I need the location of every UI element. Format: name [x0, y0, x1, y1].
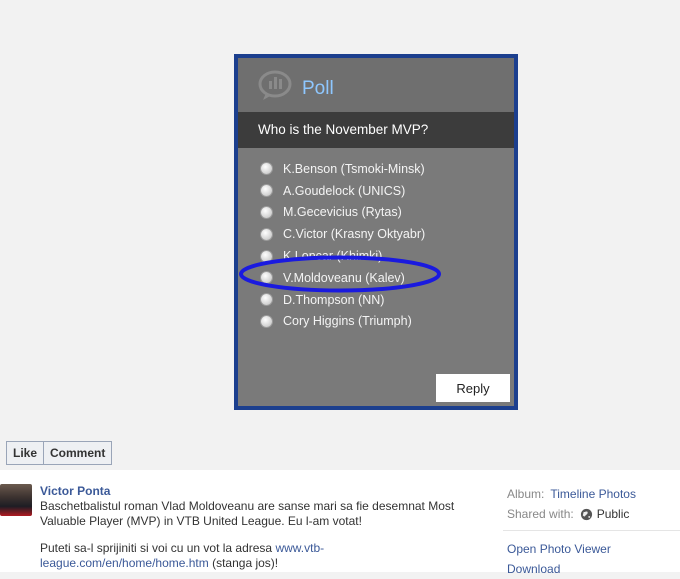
- radio-button[interactable]: [261, 228, 272, 240]
- avatar[interactable]: [0, 484, 32, 516]
- radio-button[interactable]: [261, 163, 272, 175]
- poll-widget: Poll Who is the November MVP? K.Benson (…: [234, 54, 518, 410]
- poll-option-label: A.Goudelock (UNICS): [283, 183, 406, 198]
- download-link[interactable]: Download: [507, 559, 677, 579]
- post-text: Baschetbalistul roman Vlad Moldoveanu ar…: [40, 499, 470, 571]
- poll-option[interactable]: K.Benson (Tsmoki-Minsk): [238, 158, 514, 180]
- poll-question-bar: Who is the November MVP?: [238, 112, 514, 148]
- poll-option[interactable]: D.Thompson (NN): [238, 289, 514, 311]
- like-comment-bar: Like Comment: [6, 441, 113, 465]
- poll-option-label: C.Victor (Krasny Oktyabr): [283, 227, 426, 242]
- radio-button[interactable]: [261, 272, 272, 284]
- poll-option-label: K.Loncar (Khimki): [283, 249, 383, 264]
- poll-option[interactable]: Cory Higgins (Triumph): [238, 311, 514, 333]
- post-text-prefix: Puteti sa-l sprijiniti si voi cu un vot …: [40, 541, 276, 555]
- divider: [503, 530, 680, 531]
- poll-option[interactable]: M.Gecevicius (Rytas): [238, 202, 514, 224]
- photo-side-info: Album: Timeline Photos Shared with: Publ…: [503, 484, 680, 579]
- poll-option-label: M.Gecevicius (Rytas): [283, 205, 402, 220]
- radio-button[interactable]: [261, 185, 272, 197]
- open-photo-viewer-link[interactable]: Open Photo Viewer: [507, 539, 677, 559]
- chat-bubble-chart-icon: [258, 70, 292, 100]
- poll-option-label: Cory Higgins (Triumph): [283, 314, 412, 329]
- poll-question: Who is the November MVP?: [258, 122, 429, 137]
- poll-option-label: K.Benson (Tsmoki-Minsk): [283, 161, 425, 176]
- radio-button[interactable]: [261, 250, 272, 262]
- poll-option-label: V.Moldoveanu (Kalev): [283, 270, 405, 285]
- poll-header: Poll: [238, 58, 514, 112]
- poll-option-highlighted[interactable]: V.Moldoveanu (Kalev): [238, 267, 514, 289]
- album-label: Album:: [507, 487, 545, 501]
- album-link[interactable]: Timeline Photos: [550, 487, 636, 501]
- poll-title: Poll: [302, 78, 334, 99]
- comment-button[interactable]: Comment: [43, 442, 111, 464]
- poll-option[interactable]: K.Loncar (Khimki): [238, 245, 514, 267]
- poll-option[interactable]: C.Victor (Krasny Oktyabr): [238, 223, 514, 245]
- author-name-link[interactable]: Victor Ponta: [40, 484, 110, 498]
- shared-with-row: Shared with: Public: [507, 504, 677, 524]
- poll-option-label: D.Thompson (NN): [283, 292, 385, 307]
- post-text-suffix: (stanga jos)!: [208, 556, 279, 570]
- post-paragraph-1: Baschetbalistul roman Vlad Moldoveanu ar…: [40, 499, 455, 528]
- globe-icon: [580, 508, 592, 520]
- like-button[interactable]: Like: [7, 442, 43, 464]
- radio-button[interactable]: [261, 294, 272, 306]
- album-row: Album: Timeline Photos: [507, 484, 677, 504]
- poll-options: K.Benson (Tsmoki-Minsk) A.Goudelock (UNI…: [238, 158, 514, 332]
- radio-button[interactable]: [261, 315, 272, 327]
- poll-option[interactable]: A.Goudelock (UNICS): [238, 180, 514, 202]
- radio-button[interactable]: [261, 206, 272, 218]
- shared-with-label: Shared with:: [507, 507, 574, 521]
- post-paragraph-2: Puteti sa-l sprijiniti si voi cu un vot …: [40, 541, 470, 571]
- privacy-value[interactable]: Public: [597, 507, 630, 521]
- post-area: Victor Ponta Baschetbalistul roman Vlad …: [0, 470, 680, 576]
- reply-button[interactable]: Reply: [436, 374, 510, 402]
